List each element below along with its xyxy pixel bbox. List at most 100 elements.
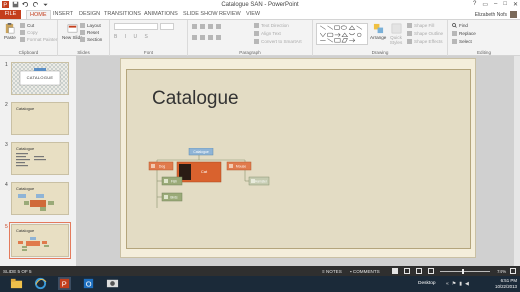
text-direction-button[interactable]: Text Direction [254, 23, 289, 28]
zoom-slider-thumb[interactable] [462, 268, 464, 274]
minimize-button[interactable]: – [494, 1, 497, 8]
ribbon: Paste Cut Copy Format Painter Clipboard … [0, 19, 520, 56]
font-group: B I U S Font [110, 20, 188, 56]
org-node-center[interactable]: Cat [176, 161, 222, 183]
clipboard-label: Clipboard [18, 50, 39, 55]
fit-slide-icon[interactable] [510, 267, 516, 274]
tray-arrow-icon[interactable]: « [446, 281, 449, 287]
shape-outline-button[interactable]: Shape Outline [407, 31, 443, 36]
clock-date: 10/22/2013 [495, 283, 517, 289]
media-app-icon[interactable] [106, 277, 119, 290]
notes-button[interactable]: ≡ NOTES [322, 269, 342, 274]
slideshow-icon[interactable] [428, 267, 434, 274]
bullets-icon [192, 24, 197, 29]
align-buttons[interactable] [192, 35, 252, 40]
org-node-left[interactable]: Dog [148, 161, 174, 171]
slide-thumbnail-5[interactable]: Catalogue [9, 222, 71, 259]
font-name-box[interactable] [114, 23, 158, 30]
org-node-right[interactable]: Mouse [226, 161, 252, 171]
comments-button[interactable]: ▪ COMMENTS [350, 269, 380, 274]
tab-insert[interactable]: INSERT [53, 10, 73, 19]
slide-thumbnail-3[interactable]: Catalogue [11, 142, 69, 175]
slide-sorter-icon[interactable] [404, 267, 410, 274]
slide-number: 4 [5, 182, 8, 188]
org-node-sub2[interactable]: Birds [161, 192, 183, 202]
tab-design[interactable]: DESIGN [79, 10, 100, 19]
user-account[interactable]: Elizabeth Nofs [475, 11, 517, 18]
list-buttons[interactable] [192, 24, 252, 29]
flag-icon[interactable]: ⚑ [452, 281, 456, 287]
format-painter-button[interactable]: Format Painter [20, 37, 57, 42]
reset-button[interactable]: Reset [80, 30, 99, 35]
tab-review[interactable]: REVIEW [219, 10, 241, 19]
section-button[interactable]: Section [80, 37, 102, 42]
tab-view[interactable]: VIEW [246, 10, 260, 19]
magnifier-icon [452, 23, 457, 28]
thumb-bullets [16, 153, 46, 167]
paste-button[interactable]: Paste [4, 23, 16, 40]
brush-icon [20, 37, 25, 42]
align-text-button[interactable]: Align Text [254, 31, 281, 36]
font-size-box[interactable] [160, 23, 174, 30]
view-buttons[interactable] [392, 267, 434, 274]
effects-icon [407, 39, 412, 44]
file-explorer-icon[interactable] [10, 277, 23, 290]
desktop-toolbar[interactable]: Desktop [418, 281, 436, 286]
convert-smartart-button[interactable]: Convert to SmartArt [254, 39, 302, 44]
org-node-sub1[interactable]: Fish [161, 176, 183, 186]
replace-button[interactable]: Replace [452, 31, 476, 36]
paragraph-group: Text Direction Align Text Convert to Sma… [188, 20, 313, 56]
slides-group: New Slide Layout Reset Section Slides [58, 20, 110, 56]
slide-thumbnail-1[interactable]: CATALOGUE [11, 62, 69, 95]
vertical-scrollbar[interactable] [514, 56, 520, 266]
zoom-slider[interactable] [440, 270, 490, 272]
thumb-title: Catalogue [16, 228, 35, 233]
quick-styles-button[interactable]: Quick Styles [389, 23, 403, 45]
reset-icon [80, 30, 85, 35]
current-slide[interactable]: Catalogue Catalogue Dog Cat Mouse Fish B… [120, 58, 476, 258]
tab-animations[interactable]: ANIMATIONS [144, 10, 178, 19]
arrange-button[interactable]: Arrange [370, 23, 386, 40]
ribbon-display-button[interactable]: ▭ [482, 1, 488, 8]
tab-transitions[interactable]: TRANSITIONS [104, 10, 141, 19]
maximize-button[interactable]: □ [503, 1, 507, 8]
status-bar: SLIDE 5 OF 5 ≡ NOTES ▪ COMMENTS 74% [0, 266, 520, 276]
tab-slide-show[interactable]: SLIDE SHOW [183, 10, 218, 19]
layout-icon [80, 23, 85, 28]
cut-button[interactable]: Cut [20, 23, 34, 28]
org-sub1-label: Fish [171, 180, 177, 184]
tab-file[interactable]: FILE [0, 10, 21, 19]
copy-button[interactable]: Copy [20, 30, 38, 35]
arrange-icon [373, 23, 383, 34]
slide-thumbnail-4[interactable]: Catalogue [11, 182, 69, 215]
cursor-icon [452, 39, 457, 44]
org-node-right-sub[interactable]: Hamster [248, 176, 270, 186]
org-node-top[interactable]: Catalogue [188, 148, 214, 156]
tab-home[interactable]: HOME [26, 10, 51, 19]
find-button[interactable]: Find [452, 23, 468, 28]
svg-text:P: P [62, 279, 67, 288]
shape-effects-button[interactable]: Shape Effects [407, 39, 443, 44]
select-button[interactable]: Select [452, 39, 472, 44]
slide-thumbnail-2[interactable]: Catalogue [11, 102, 69, 135]
font-format-buttons[interactable]: B I U S [114, 34, 151, 40]
powerpoint-taskbar-icon[interactable]: P [58, 277, 71, 290]
help-button[interactable]: ? [473, 1, 476, 8]
layout-button[interactable]: Layout [80, 23, 101, 28]
replace-icon [452, 31, 457, 36]
org-chart[interactable]: Catalogue Dog Cat Mouse Fish Birds Hamst… [147, 148, 272, 220]
outlook-icon[interactable]: O [82, 277, 95, 290]
shape-fill-button[interactable]: Shape Fill [407, 23, 434, 28]
zoom-level[interactable]: 74% [497, 269, 506, 274]
shapes-gallery[interactable] [316, 23, 368, 45]
network-icon[interactable]: ▮ [459, 281, 462, 287]
fill-bucket-icon [407, 23, 412, 28]
normal-view-icon[interactable] [392, 267, 398, 274]
text-direction-icon [254, 23, 259, 28]
slide-title[interactable]: Catalogue [152, 88, 239, 110]
internet-explorer-icon[interactable] [34, 277, 47, 290]
clock[interactable]: 6:51 PM 10/22/2013 [495, 278, 517, 289]
volume-icon[interactable]: ◀ [465, 281, 469, 287]
close-button[interactable]: ✕ [513, 1, 518, 8]
reading-view-icon[interactable] [416, 267, 422, 274]
